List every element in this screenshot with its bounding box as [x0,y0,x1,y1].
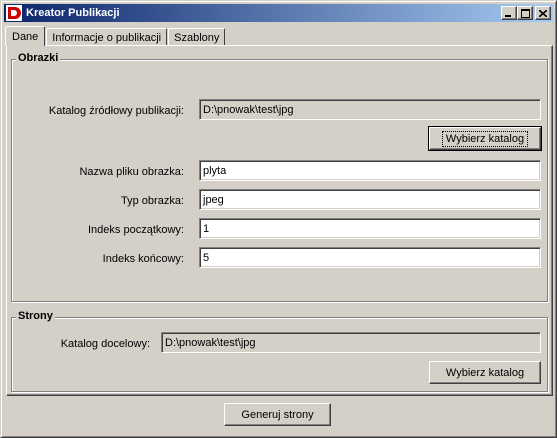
pages-group-title: Strony [16,310,55,322]
browse-source-button-label: Wybierz katalog [441,130,529,147]
generate-pages-button[interactable]: Generuj strony [224,403,331,426]
end-index-label: Indeks końcowy: [102,253,184,265]
tab-szablony[interactable]: Szablony [168,28,226,46]
image-type-label: Typ obrazka: [121,195,184,207]
tab-label: Informacje o publikacji [52,31,162,44]
filename-value: plyta [203,164,227,177]
source-dir-value: D:\pnowak\test\jpg [203,103,294,116]
browse-target-button[interactable]: Wybierz katalog [429,361,541,384]
minimize-icon [505,14,511,17]
maximize-icon [520,8,530,18]
window-controls [501,6,551,20]
images-group: Obrazki Katalog źródłowy publikacji: D:\… [11,52,548,302]
close-button[interactable] [535,6,551,20]
start-index-value: 1 [203,222,210,235]
target-dir-value: D:\pnowak\test\jpg [165,336,256,349]
end-index-input[interactable]: 5 [199,247,541,268]
source-dir-label: Katalog źródłowy publikacji: [48,105,184,117]
app-window: Kreator Publikacji Dane Informacje o pub… [0,0,557,438]
generate-pages-button-label: Generuj strony [241,408,314,421]
target-dir-field: D:\pnowak\test\jpg [161,332,541,353]
source-dir-field: D:\pnowak\test\jpg [199,99,541,120]
browse-source-button[interactable]: Wybierz katalog [428,126,542,151]
close-icon [539,9,547,17]
image-type-input[interactable]: jpeg [199,189,541,210]
app-icon [6,5,22,21]
end-index-value: 5 [203,251,210,264]
minimize-button[interactable] [501,6,517,20]
browse-target-button-label: Wybierz katalog [445,366,525,379]
tab-panel-dane: Obrazki Katalog źródłowy publikacji: D:\… [6,45,553,396]
tab-label: Dane [12,30,39,43]
image-type-value: jpeg [203,193,224,206]
filename-input[interactable]: plyta [199,160,541,181]
tab-dane[interactable]: Dane [5,26,46,46]
target-dir-label: Katalog docelowy: [60,338,150,350]
tab-label: Szablony [174,31,220,44]
pages-group: Strony Katalog docelowy: D:\pnowak\test\… [11,310,548,392]
title-bar[interactable]: Kreator Publikacji [4,4,553,22]
images-group-title: Obrazki [16,52,61,64]
filename-label: Nazwa pliku obrazka: [79,166,184,178]
start-index-input[interactable]: 1 [199,218,541,239]
maximize-button[interactable] [517,6,533,20]
start-index-label: Indeks początkowy: [88,224,184,236]
window-title: Kreator Publikacji [26,7,120,19]
tab-informacje-o-publikacji[interactable]: Informacje o publikacji [46,28,168,46]
tab-strip: Dane Informacje o publikacji Szablony [5,26,226,46]
